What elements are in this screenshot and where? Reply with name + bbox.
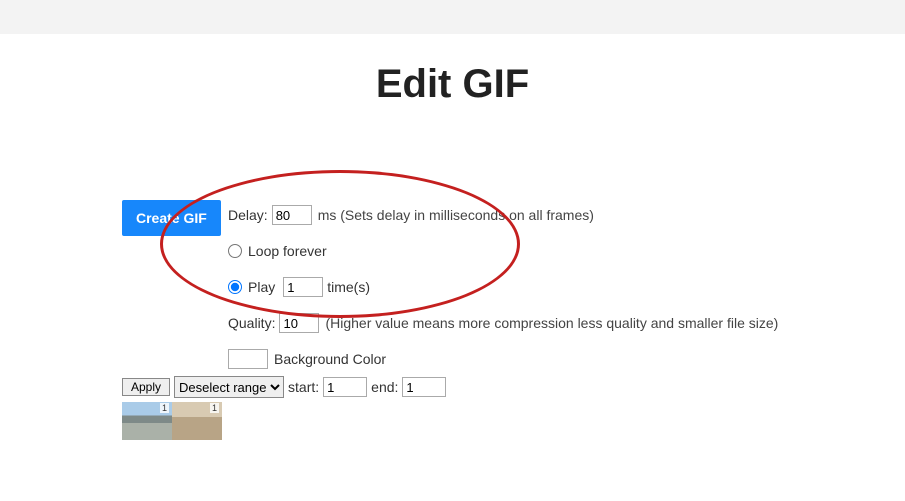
delay-input[interactable]: [272, 205, 312, 225]
bgcolor-input[interactable]: [228, 349, 268, 369]
frame-thumbnail[interactable]: 1: [122, 402, 172, 440]
range-start-label: start:: [288, 379, 319, 395]
quality-input[interactable]: [279, 313, 319, 333]
delay-hint: ms (Sets delay in milliseconds on all fr…: [318, 208, 594, 222]
bgcolor-label: Background Color: [274, 352, 386, 366]
play-suffix: time(s): [327, 280, 370, 294]
quality-row: Quality: (Higher value means more compre…: [228, 312, 778, 334]
quality-hint: (Higher value means more compression les…: [325, 316, 778, 330]
frame-thumbnails: 1 1: [122, 402, 222, 440]
frame-index: 1: [160, 403, 169, 413]
frame-index: 1: [210, 403, 219, 413]
loop-forever-row: Loop forever: [228, 240, 778, 262]
play-label: Play: [248, 280, 275, 294]
frame-thumbnail[interactable]: 1: [172, 402, 222, 440]
range-end-input[interactable]: [402, 377, 446, 397]
apply-button[interactable]: Apply: [122, 378, 170, 396]
header-bar: [0, 0, 905, 34]
play-times-radio[interactable]: [228, 280, 242, 294]
delay-label: Delay:: [228, 208, 268, 222]
range-controls: Apply Deselect range start: end:: [122, 376, 446, 398]
quality-label: Quality:: [228, 316, 275, 330]
loop-forever-radio[interactable]: [228, 244, 242, 258]
play-times-input[interactable]: [283, 277, 323, 297]
loop-forever-label: Loop forever: [248, 244, 327, 258]
range-start-input[interactable]: [323, 377, 367, 397]
delay-row: Delay: ms (Sets delay in milliseconds on…: [228, 204, 778, 226]
bgcolor-row: Background Color: [228, 348, 778, 370]
page-title: Edit GIF: [0, 62, 905, 107]
create-gif-button[interactable]: Create GIF: [122, 200, 221, 236]
settings-panel: Delay: ms (Sets delay in milliseconds on…: [228, 204, 778, 384]
range-action-select[interactable]: Deselect range: [174, 376, 284, 398]
range-end-label: end:: [371, 379, 398, 395]
play-times-row: Play time(s): [228, 276, 778, 298]
